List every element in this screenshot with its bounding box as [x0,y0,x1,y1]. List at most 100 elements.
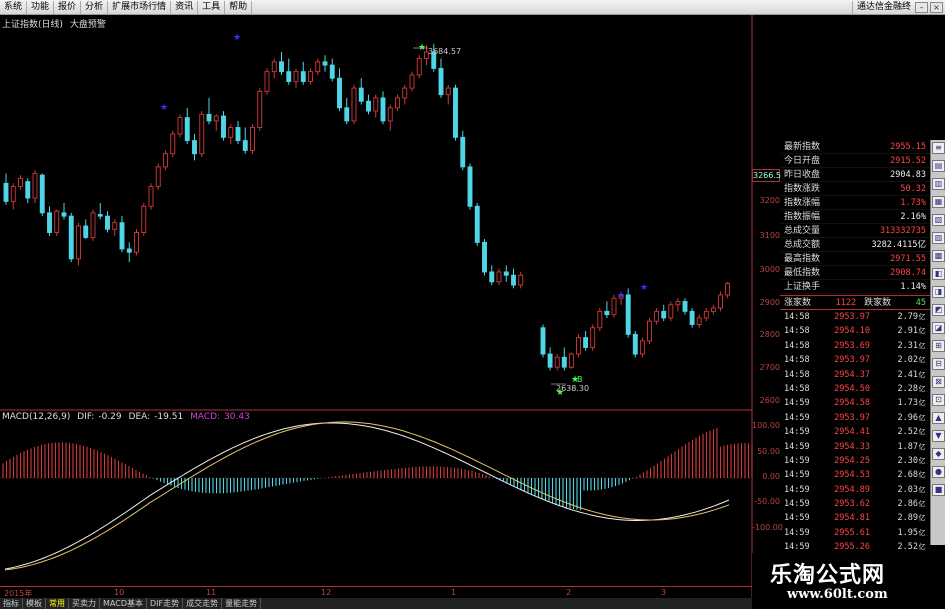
tick-unit: 亿 [918,514,926,523]
toolbar-button-icon[interactable]: ◧ [932,268,945,280]
candle-body [373,97,379,112]
candle-body [228,127,234,138]
toolbar-button-icon[interactable]: ◨ [932,286,945,298]
candle-body [235,127,241,142]
tick-volume: 2.41 [897,369,918,380]
candle-body [10,186,16,202]
candle-body [68,215,74,260]
tick-row: 14:58 2954.10 2.91 亿 [780,324,930,338]
candle-body [351,87,357,122]
tick-row: 14:59 2954.89 2.03 亿 [780,483,930,497]
toolbar-button-icon[interactable]: ■ [932,484,945,496]
candle-body [503,271,509,276]
candle-body [47,212,52,234]
tick-unit: 亿 [918,428,926,437]
candle-body [134,232,139,253]
y-tick-label: 3100 [759,231,780,240]
toolbar-button-icon[interactable]: ▨ [932,232,945,244]
toolbar-button-icon[interactable]: ≡ [932,142,945,154]
candle-body [315,61,321,73]
tick-unit: 亿 [918,327,926,336]
tick-time: 14:59 [784,513,810,524]
tab-buy-sell[interactable]: 买卖力 [69,598,100,609]
candle-body [39,174,45,214]
candle-body [416,58,422,76]
candle-body [199,113,205,155]
toolbar-button-icon[interactable]: ● [932,466,945,478]
info-value: 2904.83 [890,170,926,180]
x-tick-label: 12 [321,588,332,597]
toolbar-button-icon[interactable]: ⊡ [932,394,945,406]
x-tick-label: 11 [206,588,217,597]
x-tick-label: 3 [661,588,667,597]
tab-template[interactable]: 模板 [23,598,46,609]
tab-macd[interactable]: MACD基本 [100,598,147,609]
toolbar-button-icon[interactable]: ▦ [932,196,945,208]
tick-price: 2954.53 [834,470,870,481]
tab-indicator[interactable]: 指标 [0,598,23,609]
tick-row: 14:58 2953.69 2.31 亿 [780,339,930,353]
candle-body [482,241,487,273]
info-value: 1.14% [900,282,926,292]
info-label: 上证换手 [784,282,821,292]
signal-star-icon: ★ [640,283,648,293]
candle-body [402,87,408,99]
toolbar-button-icon[interactable]: ⊞ [932,340,945,352]
candle-body [242,140,248,151]
candle-body [518,274,524,286]
tick-time: 14:58 [784,355,810,366]
candle-body [547,353,553,368]
info-row: 上证换手 1.14% [780,280,930,294]
toolbar-button-icon[interactable]: ▧ [932,214,945,226]
tick-unit: 亿 [918,413,926,422]
candle-body [3,182,9,202]
tab-volume-trend[interactable]: 成交走势 [183,598,223,609]
macd-y-tick: -100.00 [752,523,783,532]
toolbar-button-icon[interactable]: ⊟ [932,358,945,370]
tick-time: 14:59 [784,470,810,481]
x-tick-label: 2 [566,588,572,597]
info-label: 指数涨幅 [784,198,821,208]
candle-body [554,356,560,368]
tick-price: 2954.81 [834,513,870,524]
tick-unit: 亿 [918,485,926,494]
toolbar-button-icon[interactable]: ▤ [932,160,945,172]
candle-body [322,61,328,66]
tick-time: 14:59 [784,527,810,538]
candle-body [264,71,270,92]
info-row: 最低指数 2908.74 [780,266,930,280]
macd-y-tick: 0.00 [762,472,780,481]
tick-volume: 2.31 [897,340,918,351]
macd-y-tick: -50.00 [754,497,780,506]
tick-volume: 2.68 [897,470,918,481]
toolbar-button-icon[interactable]: ◪ [932,322,945,334]
tab-dif-trend[interactable]: DIF走势 [147,598,184,609]
toolbar-button-icon[interactable]: ▩ [932,250,945,262]
candle-body [489,271,495,283]
tab-common[interactable]: 常用 [46,598,69,609]
tick-unit: 亿 [918,500,926,509]
info-row: 指数振幅 2.16% [780,210,930,224]
candle-body [668,304,674,319]
toolbar-button-icon[interactable]: ◩ [932,304,945,316]
candle-body [76,225,81,260]
signal-star-icon: ★ [233,33,241,43]
candle-body [597,310,603,329]
candle-body [474,205,480,243]
toolbar-button-icon[interactable]: ▲ [932,412,945,424]
macd-legend: MACD(12,26,9) DIF: -0.29 DEA: -19.51 MACD:… [2,412,250,422]
toolbar-button-icon[interactable]: ⊠ [932,376,945,388]
info-value: 2971.55 [890,254,926,264]
tick-price: 2953.69 [834,340,870,351]
toolbar-button-icon[interactable]: ▥ [932,178,945,190]
candle-body [257,90,263,128]
toolbar-button-icon[interactable]: ◆ [932,448,945,460]
signal-star-icon: ★ [617,291,625,301]
toolbar-button-icon[interactable]: ▼ [932,430,945,442]
tab-energy-trend[interactable]: 量能走势 [222,598,262,609]
candle-body [329,64,335,79]
x-tick-label: 1 [451,588,457,597]
candle-body [141,205,147,234]
candle-body [293,71,299,82]
macd-value: 30.43 [224,412,250,422]
